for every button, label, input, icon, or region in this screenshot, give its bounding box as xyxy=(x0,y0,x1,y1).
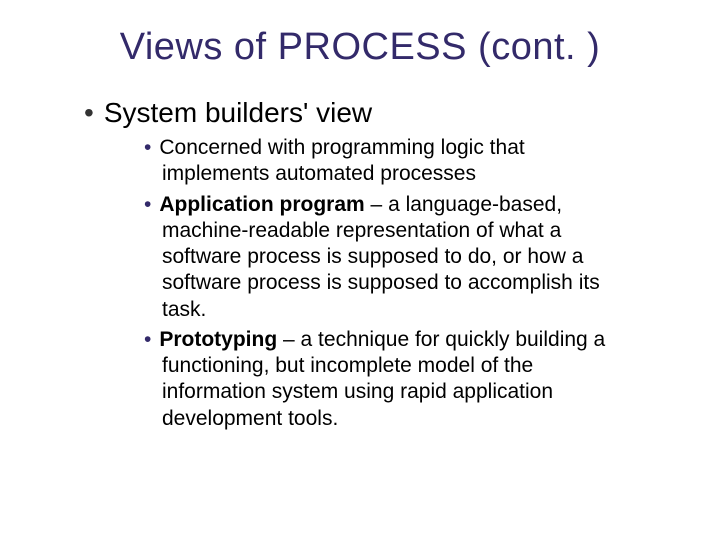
term-bold: Prototyping xyxy=(159,328,277,351)
bullet-level2: •Prototyping – a technique for quickly b… xyxy=(144,327,626,432)
bullet-dot-icon: • xyxy=(144,328,151,351)
bullet-dot-icon: • xyxy=(144,136,151,159)
bullet-level2-text: Concerned with programming logic that im… xyxy=(159,136,524,185)
slide-title: Views of PROCESS (cont. ) xyxy=(40,26,680,69)
bullet-level1-text: System builders' view xyxy=(104,97,372,128)
bullet-dot-icon: • xyxy=(144,193,151,216)
bullet-dot-icon: • xyxy=(84,97,94,128)
term-bold: Application program xyxy=(159,193,364,216)
bullet-level2: •Application program – a language-based,… xyxy=(144,192,626,323)
bullet-level2: • Concerned with programming logic that i… xyxy=(144,135,626,188)
slide: Views of PROCESS (cont. ) • System builde… xyxy=(0,0,720,540)
bullet-level1: • System builders' view xyxy=(84,97,680,129)
